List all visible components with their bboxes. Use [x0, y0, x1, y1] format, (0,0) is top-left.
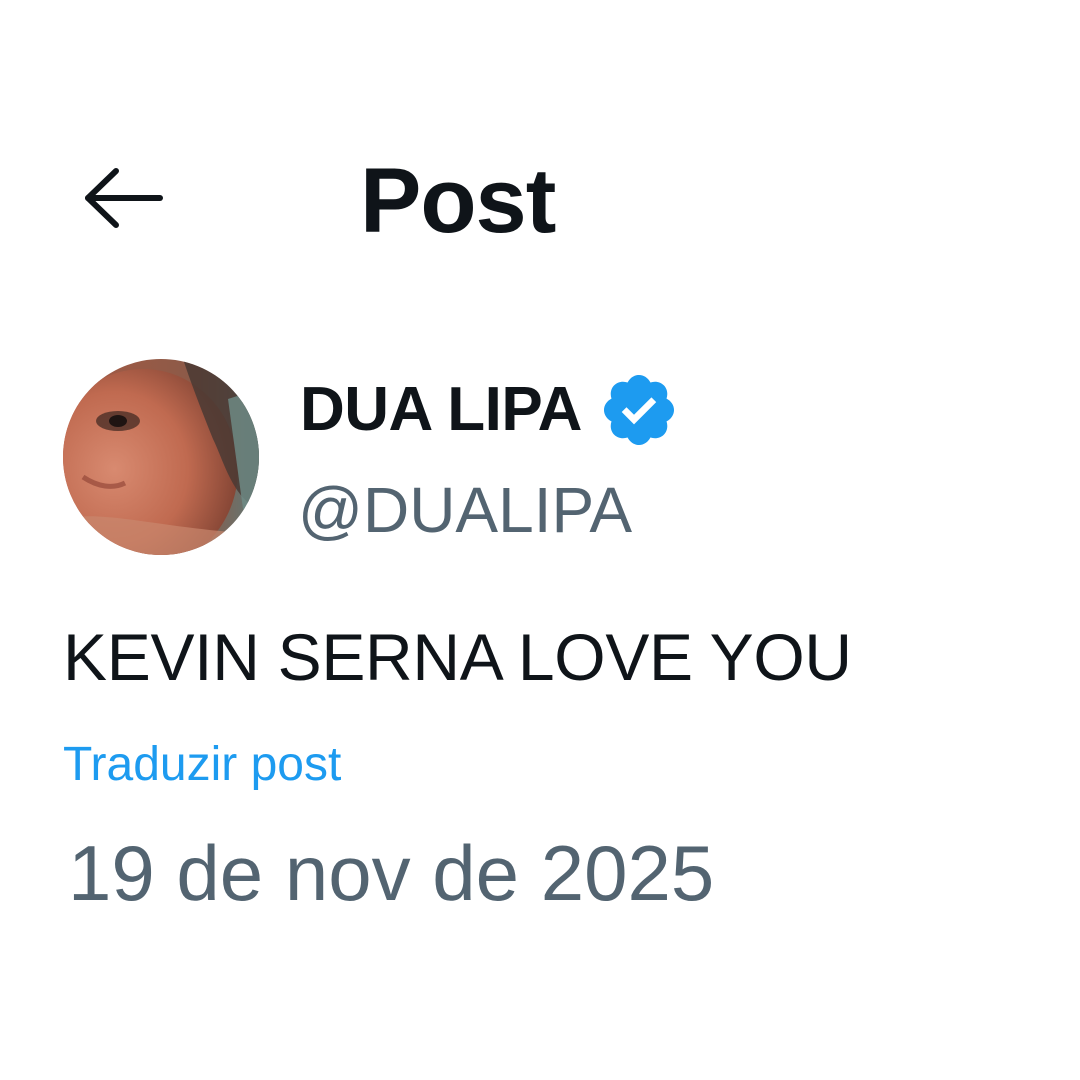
avatar[interactable]	[63, 359, 259, 555]
author-name-row: DUA LIPA	[300, 370, 680, 450]
author-handle[interactable]: @DUALIPA	[298, 470, 632, 550]
post-text: KEVIN SERNA LOVE YOU	[63, 620, 852, 694]
verified-badge-icon[interactable]	[598, 369, 680, 451]
post-detail-page: Post DUA LIPA @DUALIPA KEVIN SERNA LOVE …	[0, 0, 1080, 1080]
top-bar: Post	[0, 140, 1080, 252]
author-display-name[interactable]: DUA LIPA	[300, 370, 582, 450]
arrow-left-icon	[85, 168, 163, 228]
post-timestamp[interactable]: 19 de nov de 2025	[68, 825, 714, 921]
page-title: Post	[360, 150, 556, 252]
translate-post-link[interactable]: Traduzir post	[63, 735, 341, 795]
back-button[interactable]	[78, 158, 168, 238]
profile-photo	[63, 359, 259, 555]
